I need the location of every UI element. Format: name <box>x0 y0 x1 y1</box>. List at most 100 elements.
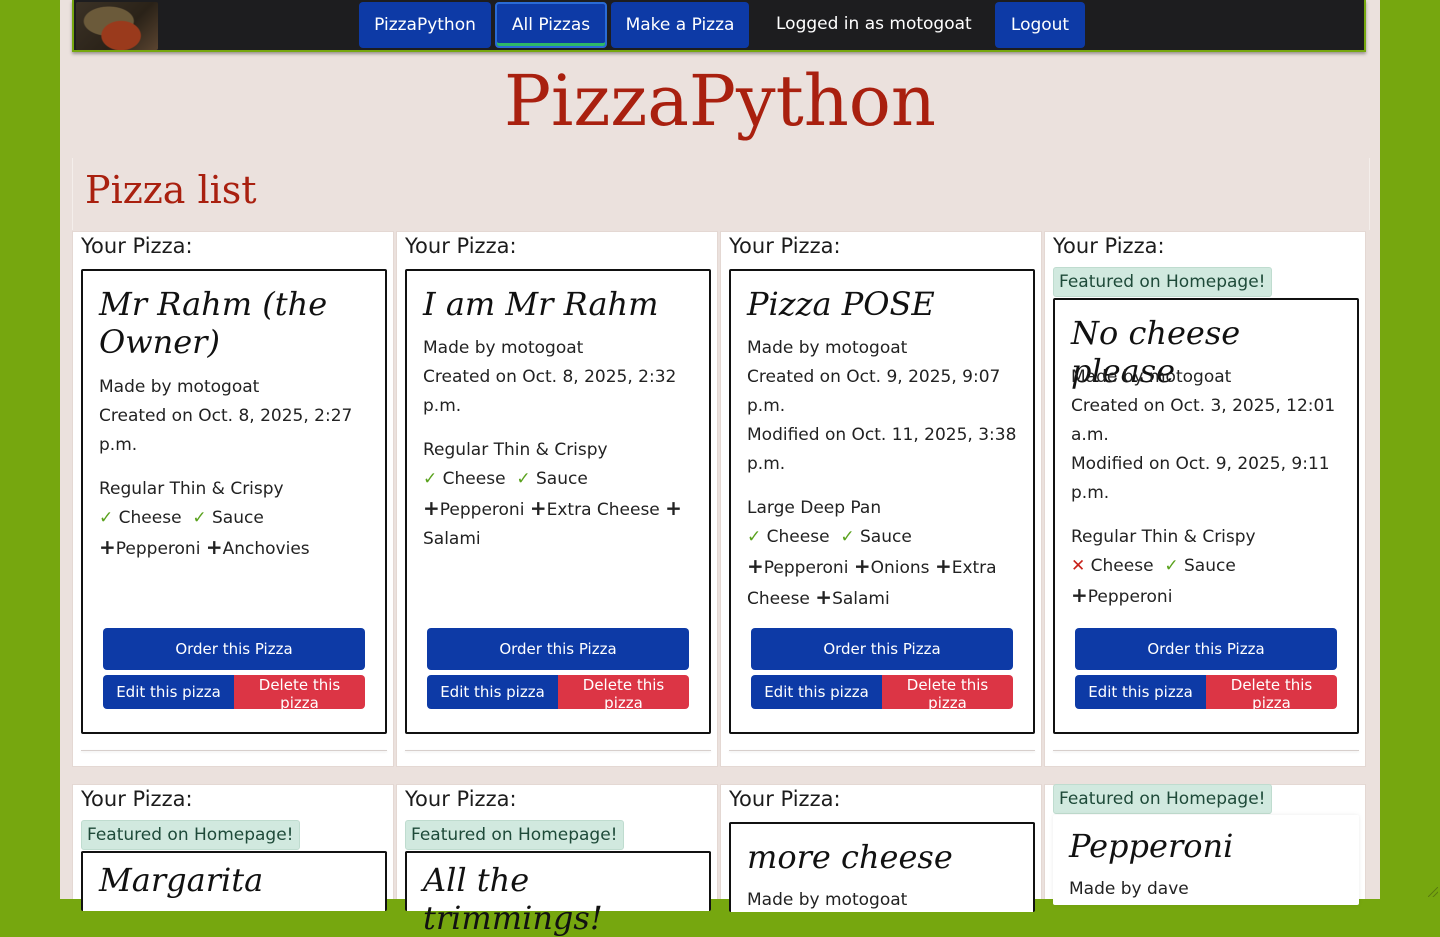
pizza-column-7: Your Pizza: more cheese Made by motogoat <box>720 784 1042 912</box>
pizza-name: All the trimmings! <box>423 861 603 937</box>
navbar: PizzaPython All Pizzas Make a Pizza Logg… <box>72 0 1366 52</box>
sauce-label: Sauce <box>212 508 264 528</box>
topping-label: Pepperoni <box>763 558 849 578</box>
pizza-column-8: Featured on Homepage! Pepperoni Made by … <box>1044 784 1366 905</box>
pizza-name: I am Mr Rahm <box>423 285 659 323</box>
order-pizza-button[interactable]: Order this Pizza <box>1075 628 1337 670</box>
pizza-column-4: Your Pizza: Featured on Homepage! No che… <box>1044 231 1366 767</box>
pizza-card: No cheese please Made by motogoat Create… <box>1053 298 1359 734</box>
pizza-logo-image[interactable] <box>76 2 158 50</box>
check-icon: ✓ <box>99 508 114 528</box>
check-icon: ✓ <box>747 527 762 547</box>
pizza-info: Made by motogoat Created on Oct. 8, 2025… <box>99 373 369 564</box>
resize-grip-icon[interactable] <box>1428 887 1438 897</box>
pizza-card: Mr Rahm (the Owner) Made by motogoat Cre… <box>81 269 387 734</box>
topping-label: Extra Cheese <box>546 500 660 520</box>
cross-icon: ✕ <box>1071 556 1086 576</box>
section-header: Pizza list <box>72 158 1370 230</box>
pizza-card: Pizza POSE Made by motogoat Created on O… <box>729 269 1035 734</box>
divider <box>405 750 711 751</box>
plus-icon: + <box>747 554 764 578</box>
edit-pizza-button[interactable]: Edit this pizza <box>103 675 234 709</box>
pizza-card: All the trimmings! <box>405 851 711 937</box>
nav-home-button[interactable]: PizzaPython <box>359 2 491 48</box>
created-text: Created on Oct. 3, 2025, 12:01 a.m. <box>1071 396 1336 445</box>
topping-label: Pepperoni <box>1087 587 1173 607</box>
made-by-text: Made by motogoat <box>99 377 260 397</box>
check-icon: ✓ <box>192 508 207 528</box>
nav-make-pizza-button[interactable]: Make a Pizza <box>611 2 749 48</box>
made-by-text: Made by dave <box>1069 879 1189 899</box>
check-icon: ✓ <box>840 527 855 547</box>
pizza-column-2: Your Pizza: I am Mr Rahm Made by motogoa… <box>396 231 718 767</box>
featured-badge: Featured on Homepage! <box>1053 784 1272 814</box>
your-pizza-label: Your Pizza: <box>81 787 193 811</box>
order-pizza-button[interactable]: Order this Pizza <box>751 628 1013 670</box>
your-pizza-label: Your Pizza: <box>81 234 193 258</box>
cheese-label: Cheese <box>442 469 506 489</box>
plus-icon: + <box>665 496 682 520</box>
your-pizza-label: Your Pizza: <box>405 787 517 811</box>
pizza-info: Made by motogoat Created on Oct. 3, 2025… <box>1071 363 1341 612</box>
made-by-text: Made by motogoat <box>1071 367 1232 387</box>
crust-text: Large Deep Pan <box>747 498 882 518</box>
cheese-label: Cheese <box>118 508 182 528</box>
cheese-label: Cheese <box>1090 556 1154 576</box>
topping-label: Onions <box>870 558 930 578</box>
order-pizza-button[interactable]: Order this Pizza <box>103 628 365 670</box>
topping-label: Salami <box>423 529 481 549</box>
made-by-text: Made by motogoat <box>423 338 584 358</box>
pizza-column-5: Your Pizza: Featured on Homepage! Margar… <box>72 784 394 911</box>
topping-label: Salami <box>832 589 890 609</box>
logged-in-text: Logged in as motogoat <box>776 14 972 34</box>
check-icon: ✓ <box>516 469 531 489</box>
cheese-label: Cheese <box>766 527 830 547</box>
plus-icon: + <box>934 554 952 578</box>
pizza-card: Pepperoni Made by dave <box>1053 815 1359 905</box>
featured-badge: Featured on Homepage! <box>405 820 624 850</box>
edit-pizza-button[interactable]: Edit this pizza <box>751 675 882 709</box>
edit-pizza-button[interactable]: Edit this pizza <box>427 675 558 709</box>
delete-pizza-button[interactable]: Delete this pizza <box>558 675 689 712</box>
pizza-card: Margarita <box>81 851 387 911</box>
your-pizza-label: Your Pizza: <box>1053 234 1165 258</box>
logout-button[interactable]: Logout <box>995 2 1085 48</box>
plus-icon: + <box>205 535 223 559</box>
nav-all-pizzas-button[interactable]: All Pizzas <box>495 2 607 48</box>
delete-pizza-button[interactable]: Delete this pizza <box>882 675 1013 712</box>
pizza-info: Made by motogoat <box>747 886 1017 915</box>
pizza-name: Pepperoni <box>1069 827 1234 865</box>
crust-text: Regular Thin & Crispy <box>423 440 608 460</box>
your-pizza-label: Your Pizza: <box>405 234 517 258</box>
plus-icon: + <box>529 496 547 520</box>
divider <box>1053 750 1359 751</box>
made-by-text: Made by motogoat <box>747 338 908 358</box>
divider <box>729 750 1035 751</box>
created-text: Created on Oct. 8, 2025, 2:32 p.m. <box>423 367 677 416</box>
pizza-name: Margarita <box>99 861 264 899</box>
pizza-column-6: Your Pizza: Featured on Homepage! All th… <box>396 784 718 937</box>
delete-pizza-button[interactable]: Delete this pizza <box>234 675 365 712</box>
site-title: PizzaPython <box>503 60 937 142</box>
plus-icon: + <box>99 535 116 559</box>
topping-label: Anchovies <box>222 539 310 559</box>
plus-icon: + <box>1071 583 1088 607</box>
pizza-info: Made by motogoat Created on Oct. 9, 2025… <box>747 334 1017 614</box>
modified-text: Modified on Oct. 11, 2025, 3:38 p.m. <box>747 425 1017 474</box>
pizza-name: Pizza POSE <box>747 285 935 323</box>
pizza-card: I am Mr Rahm Made by motogoat Created on… <box>405 269 711 734</box>
section-title: Pizza list <box>85 168 257 212</box>
featured-badge: Featured on Homepage! <box>1053 267 1272 297</box>
sauce-label: Sauce <box>860 527 912 547</box>
check-icon: ✓ <box>423 469 438 489</box>
order-pizza-button[interactable]: Order this Pizza <box>427 628 689 670</box>
edit-pizza-button[interactable]: Edit this pizza <box>1075 675 1206 709</box>
pizza-info: Made by motogoat Created on Oct. 8, 2025… <box>423 334 693 554</box>
delete-pizza-button[interactable]: Delete this pizza <box>1206 675 1337 712</box>
sauce-label: Sauce <box>536 469 588 489</box>
created-text: Created on Oct. 8, 2025, 2:27 p.m. <box>99 406 353 455</box>
pizza-column-3: Your Pizza: Pizza POSE Made by motogoat … <box>720 231 1042 767</box>
crust-text: Regular Thin & Crispy <box>99 479 284 499</box>
made-by-text: Made by motogoat <box>747 890 908 910</box>
created-text: Created on Oct. 9, 2025, 9:07 p.m. <box>747 367 1001 416</box>
